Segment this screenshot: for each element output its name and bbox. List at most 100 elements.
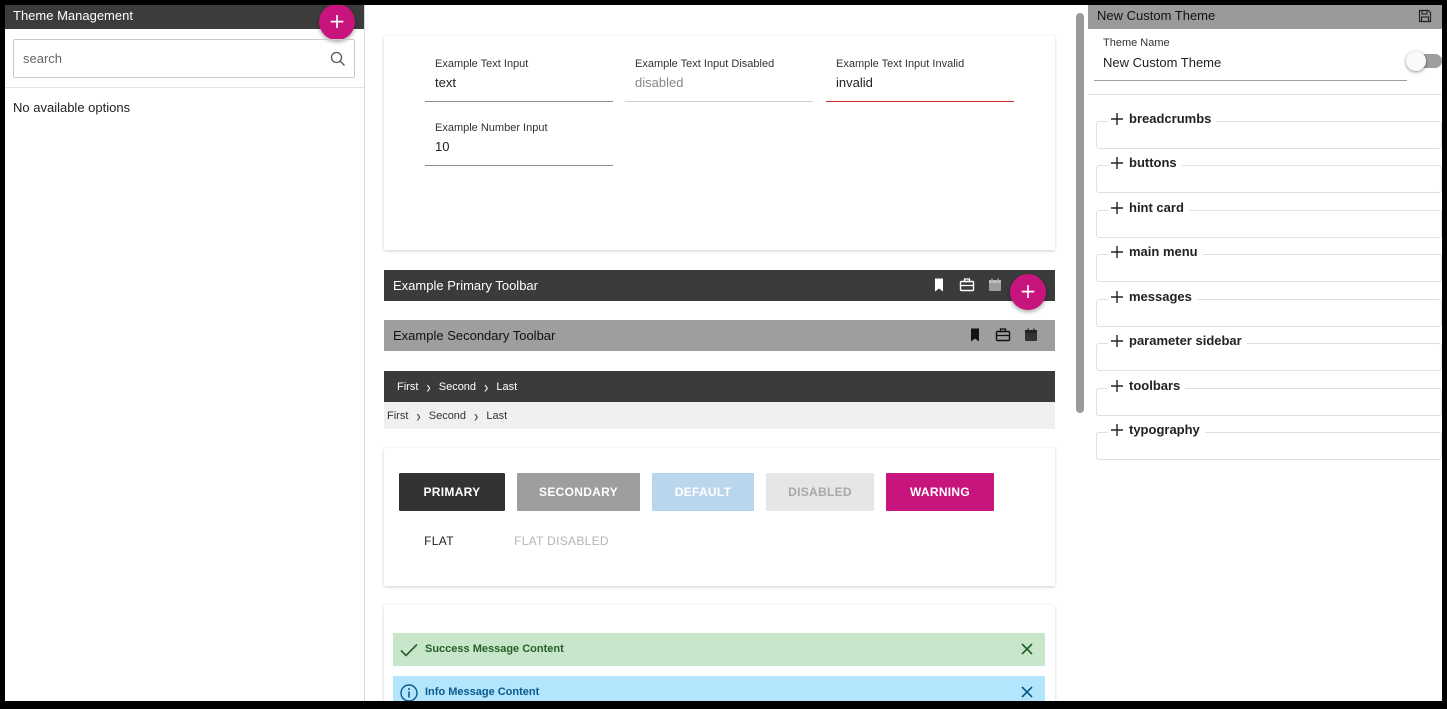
theme-management-panel: Theme Management + No available options — [5, 5, 365, 701]
panel-header: New Custom Theme — [1088, 5, 1442, 29]
breadcrumb-item[interactable]: First — [397, 381, 418, 393]
plus-icon[interactable] — [1111, 334, 1123, 347]
plus-icon[interactable] — [1111, 245, 1123, 258]
calendar-icon[interactable] — [987, 277, 1003, 293]
section-header[interactable]: parameter sidebar — [1108, 333, 1247, 348]
info-icon — [400, 684, 418, 701]
invalid-input-label: Example Text Input Invalid — [836, 58, 965, 70]
plus-icon[interactable] — [1111, 112, 1123, 125]
buttons-card: PRIMARY SECONDARY DEFAULT DISABLED WARNI… — [384, 448, 1055, 586]
save-icon[interactable] — [1418, 9, 1432, 23]
breadcrumb-item[interactable]: Second — [439, 381, 476, 393]
add-theme-button[interactable]: + — [319, 5, 355, 40]
success-message: Success Message Content — [393, 633, 1045, 666]
section-header[interactable]: messages — [1108, 289, 1197, 304]
invalid-input-value[interactable]: invalid — [836, 75, 873, 90]
section-header[interactable]: main menu — [1108, 244, 1203, 259]
toolbar-add-button[interactable]: + — [1010, 274, 1046, 310]
section-hint-card[interactable]: hint card — [1096, 200, 1442, 238]
breadcrumb-dark: First › Second › Last — [384, 371, 1055, 402]
default-button[interactable]: DEFAULT — [652, 473, 754, 511]
success-message-text: Success Message Content — [425, 643, 564, 655]
invalid-input-field[interactable]: Example Text Input Invalid invalid — [826, 44, 1014, 102]
briefcase-icon[interactable] — [959, 277, 975, 293]
disabled-input-label: Example Text Input Disabled — [635, 58, 775, 70]
toggle-knob[interactable] — [1406, 51, 1426, 71]
plus-icon[interactable] — [1111, 156, 1123, 169]
chevron-right-icon: › — [426, 376, 431, 397]
section-messages[interactable]: messages — [1096, 289, 1442, 327]
plus-icon[interactable] — [1111, 379, 1123, 392]
section-label: hint card — [1129, 200, 1184, 215]
plus-icon[interactable] — [1111, 423, 1123, 436]
info-message: Info Message Content — [393, 676, 1045, 701]
panel-title: New Custom Theme — [1097, 8, 1216, 23]
info-message-text: Info Message Content — [425, 686, 540, 698]
custom-theme-panel: New Custom Theme Theme Name New Custom T… — [1088, 5, 1442, 701]
breadcrumb-item[interactable]: Second — [429, 410, 466, 422]
search-input[interactable] — [14, 40, 314, 76]
section-header[interactable]: buttons — [1108, 155, 1182, 170]
theme-toggle[interactable] — [1406, 51, 1442, 71]
flat-button[interactable]: FLAT — [399, 522, 479, 560]
bookmark-icon[interactable] — [931, 277, 947, 293]
flat-disabled-button: FLAT DISABLED — [514, 534, 609, 548]
check-icon — [400, 643, 418, 657]
disabled-input-value: disabled — [635, 75, 684, 90]
primary-toolbar: Example Primary Toolbar + — [384, 270, 1055, 310]
breadcrumb-light: First › Second › Last — [384, 402, 1055, 429]
primary-button[interactable]: PRIMARY — [399, 473, 505, 511]
section-typography[interactable]: typography — [1096, 422, 1442, 460]
section-buttons[interactable]: buttons — [1096, 155, 1442, 193]
section-parameter-sidebar[interactable]: parameter sidebar — [1096, 333, 1442, 371]
warning-button[interactable]: WARNING — [886, 473, 994, 511]
section-label: messages — [1129, 289, 1192, 304]
section-label: breadcrumbs — [1129, 111, 1212, 126]
secondary-button[interactable]: SECONDARY — [517, 473, 640, 511]
text-input-value[interactable]: text — [435, 75, 456, 90]
section-header[interactable]: breadcrumbs — [1108, 111, 1217, 126]
disabled-button: DISABLED — [766, 473, 874, 511]
empty-state-text: No available options — [13, 100, 131, 115]
theme-name-value[interactable]: New Custom Theme — [1103, 55, 1221, 70]
divider — [1088, 94, 1442, 95]
section-label: buttons — [1129, 155, 1177, 170]
secondary-toolbar-title: Example Secondary Toolbar — [393, 328, 556, 343]
panel-title: Theme Management — [5, 5, 364, 29]
search-field — [13, 39, 355, 78]
number-input-value[interactable]: 10 — [435, 139, 449, 154]
theme-name-label: Theme Name — [1103, 37, 1170, 49]
text-input-field[interactable]: Example Text Input text — [425, 44, 613, 102]
section-toolbars[interactable]: toolbars — [1096, 378, 1442, 416]
calendar-icon[interactable] — [1023, 327, 1039, 343]
search-icon[interactable] — [330, 51, 346, 67]
primary-toolbar-title: Example Primary Toolbar — [393, 278, 538, 293]
breadcrumb-item[interactable]: Last — [486, 410, 507, 422]
close-icon[interactable] — [1021, 643, 1033, 655]
divider — [5, 87, 364, 88]
bookmark-icon[interactable] — [967, 327, 983, 343]
section-header[interactable]: hint card — [1108, 200, 1189, 215]
vertical-scrollbar[interactable] — [1076, 13, 1084, 413]
section-header[interactable]: typography — [1108, 422, 1205, 437]
briefcase-icon[interactable] — [995, 327, 1011, 343]
chevron-right-icon: › — [416, 405, 421, 426]
breadcrumb-item[interactable]: First — [387, 410, 408, 422]
app-frame: Theme Management + No available options … — [5, 5, 1442, 701]
primary-toolbar-icons — [931, 277, 1003, 293]
section-header[interactable]: toolbars — [1108, 378, 1186, 393]
plus-icon[interactable] — [1111, 290, 1123, 303]
secondary-toolbar: Example Secondary Toolbar — [384, 320, 1055, 351]
number-input-field[interactable]: Example Number Input 10 — [425, 108, 613, 166]
chevron-right-icon: › — [484, 376, 489, 397]
theme-name-field[interactable]: Theme Name New Custom Theme — [1094, 35, 1407, 81]
section-main-menu[interactable]: main menu — [1096, 244, 1442, 282]
number-input-label: Example Number Input — [435, 122, 548, 134]
preview-area: Example Text Input text Example Text Inp… — [365, 5, 1083, 701]
section-label: typography — [1129, 422, 1200, 437]
close-icon[interactable] — [1021, 686, 1033, 698]
breadcrumb-item[interactable]: Last — [496, 381, 517, 393]
section-breadcrumbs[interactable]: breadcrumbs — [1096, 111, 1442, 149]
secondary-toolbar-icons — [967, 327, 1039, 343]
plus-icon[interactable] — [1111, 201, 1123, 214]
